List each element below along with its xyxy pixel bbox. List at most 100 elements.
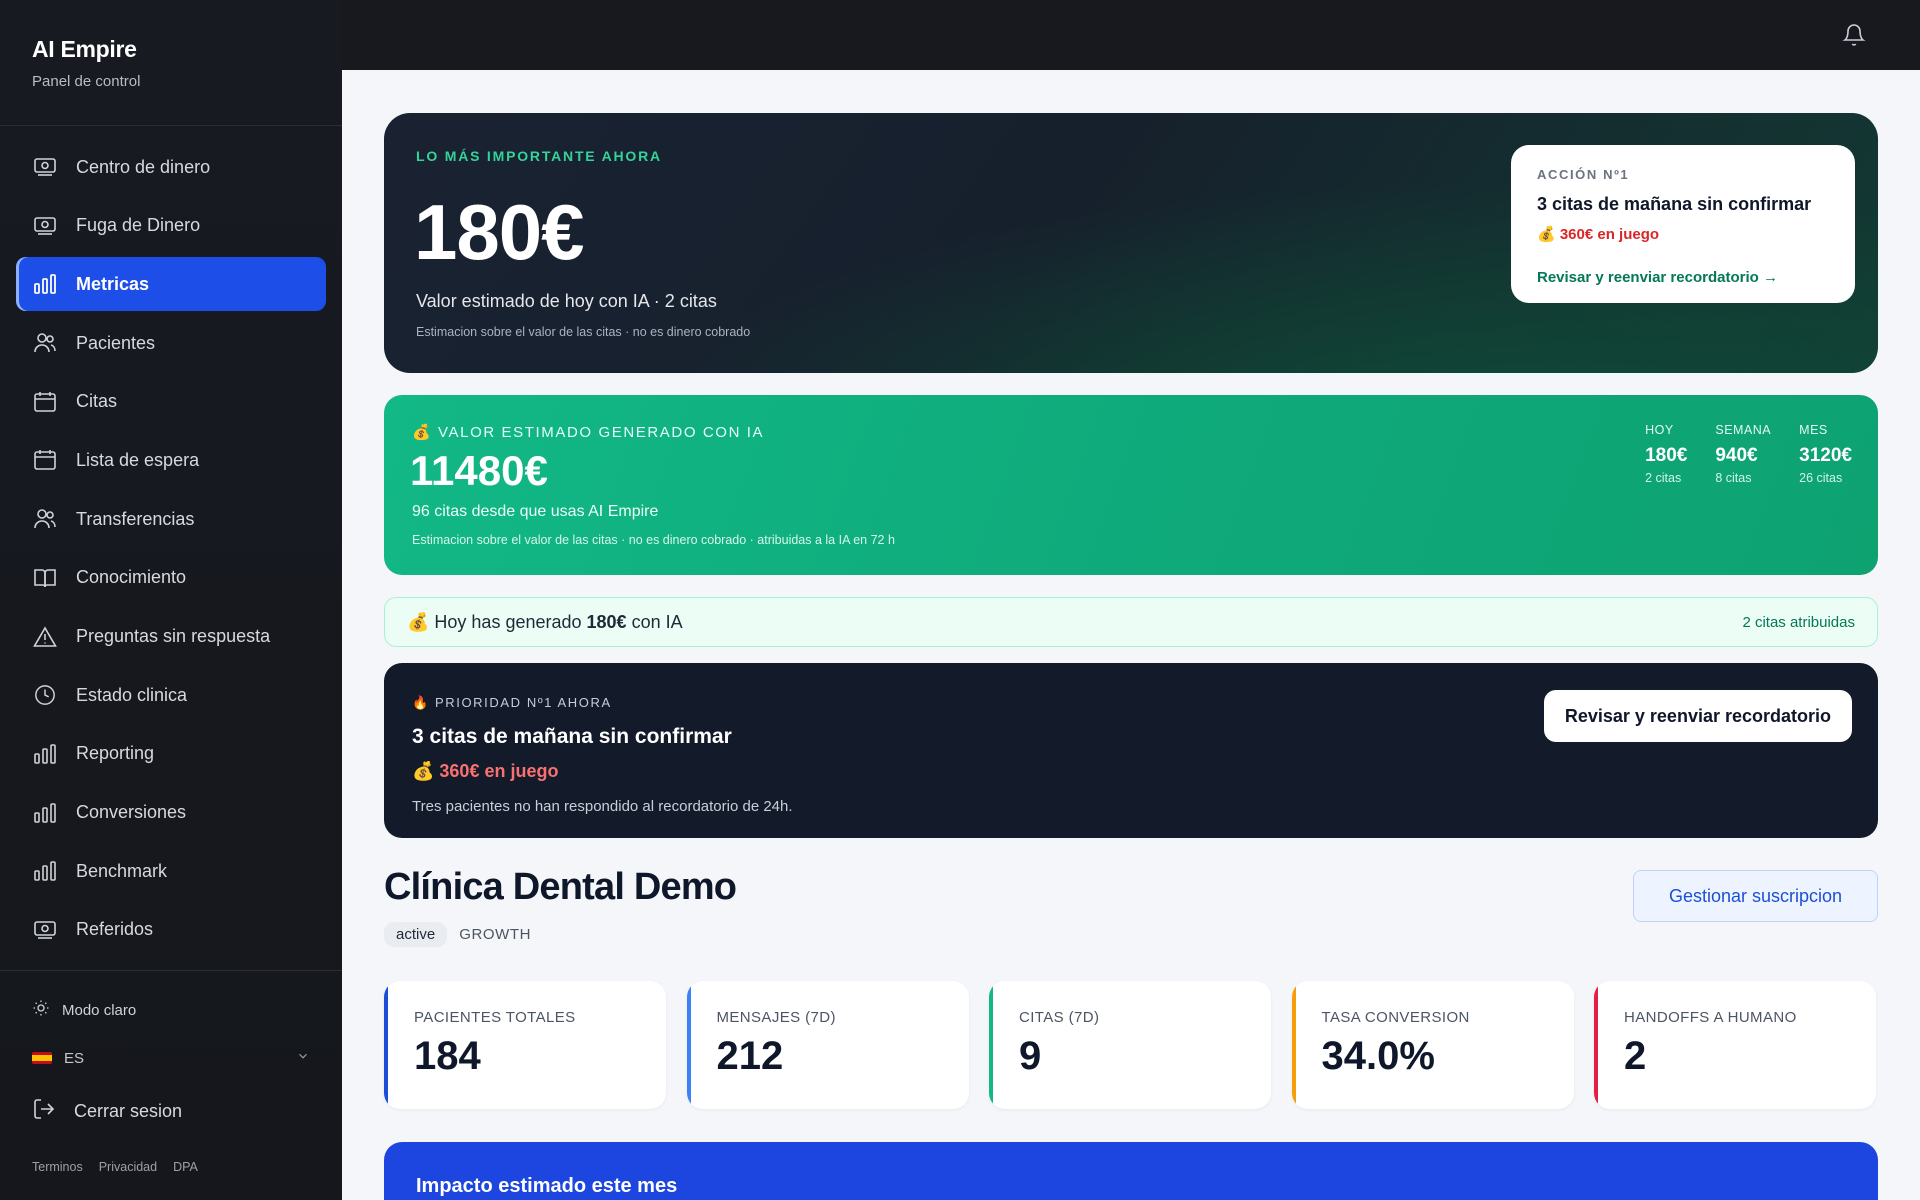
action-title: 3 citas de mañana sin confirmar [1537,194,1812,214]
stat-today: HOY 180€ 2 citas [1645,423,1687,485]
money-icon [32,213,58,239]
kpi-card-handoffs: HANDOFFS A HUMANO 2 [1594,981,1876,1109]
sidebar-item-label: Conocimiento [76,567,187,588]
calendar-icon [32,389,58,415]
today-prefix: 💰 Hoy has generado [407,611,582,632]
bell-icon[interactable] [1842,22,1866,53]
dpa-link[interactable]: DPA [173,1160,198,1174]
stat-week: SEMANA 940€ 8 citas [1715,423,1771,485]
sidebar-item-benchmark[interactable]: Benchmark [16,844,326,898]
sidebar-item-label: Centro de dinero [76,156,211,177]
bar-chart-icon [32,741,58,767]
hero-description: Valor estimado de hoy con IA · 2 citas [416,291,717,311]
sidebar-item-conversiones[interactable]: Conversiones [16,786,326,840]
calendar-icon [32,447,58,473]
generated-kicker: 💰 VALOR ESTIMADO GENERADO CON IA [412,424,765,441]
kpi-card-messages: MENSAJES (7D) 212 [686,981,969,1109]
legal-links: Terminos Privacidad DPA [32,1160,310,1174]
kpi-label: TASA CONVERSION [1321,1009,1470,1026]
sidebar-item-citas[interactable]: Citas [16,375,326,429]
sidebar-item-metricas[interactable]: Metricas [16,257,326,312]
kpi-card-conversion: TASA CONVERSION 34.0% [1291,981,1574,1109]
sidebar-item-centro-de-dinero[interactable]: Centro de dinero [16,140,326,194]
bar-chart-icon [32,800,58,826]
generated-value: 11480€ [410,447,548,494]
today-amount: 180€ [586,611,627,632]
users-icon [32,506,58,532]
action-stake: 💰 360€ en juego [1537,226,1660,243]
terms-link[interactable]: Terminos [32,1160,83,1174]
status-badge: active [384,922,448,947]
kpi-card-appointments: CITAS (7D) 9 [989,981,1271,1109]
sidebar-item-label: Lista de espera [76,449,200,470]
logout-icon [32,1097,56,1126]
priority-kicker: 🔥 PRIORIDAD Nº1 AHORA [412,695,612,710]
sidebar-item-label: Reporting [76,743,155,764]
stat-sub: 2 citas [1645,471,1682,485]
generated-value-card: 💰 VALOR ESTIMADO GENERADO CON IA 11480€ … [384,395,1878,575]
sidebar-item-referidos[interactable]: Referidos [16,903,326,957]
privacy-link[interactable]: Privacidad [99,1160,157,1174]
sidebar-item-label: Referidos [76,919,154,940]
stat-label: MES [1799,423,1828,437]
brand-title: AI Empire [32,36,137,62]
bar-chart-icon [32,271,58,297]
sidebar-item-label: Conversiones [76,802,187,823]
sidebar-item-transferencias[interactable]: Transferencias [16,492,326,546]
sidebar-item-preguntas-sin-respuesta[interactable]: Preguntas sin respuesta [16,610,326,664]
kpi-value: 34.0% [1321,1034,1435,1078]
sidebar-item-pacientes[interactable]: Pacientes [16,316,326,370]
sidebar-item-estado-clinica[interactable]: Estado clinica [16,668,326,722]
kpi-label: MENSAJES (7D) [716,1009,836,1026]
priority-stake: 💰 360€ en juego [412,761,559,781]
action-card: ACCIÓN Nº1 3 citas de mañana sin confirm… [1511,145,1855,303]
kpi-label: PACIENTES TOTALES [414,1009,576,1026]
sidebar-item-label: Pacientes [76,332,156,353]
sidebar-item-label: Preguntas sin respuesta [76,626,271,646]
theme-toggle-label: Modo claro [62,1001,137,1019]
brand-subtitle: Panel de control [32,73,141,90]
kpi-card-patients: PACIENTES TOTALES 184 [384,981,666,1109]
today-banner: 💰 Hoy has generado 180€ con IA 2 citas a… [384,597,1878,647]
priority-description: Tres pacientes no han respondido al reco… [412,798,793,815]
resend-reminder-button[interactable]: Revisar y reenviar recordatorio [1543,690,1852,742]
kpi-cards: PACIENTES TOTALES 184 MENSAJES (7D) 212 … [384,981,1876,1109]
resend-reminder-link[interactable]: Revisar y reenviar recordatorio → [1537,269,1829,286]
kpi-value: 212 [716,1034,784,1078]
impact-card: Impacto estimado este mes [384,1142,1878,1200]
manage-subscription-button[interactable]: Gestionar suscripcion [1633,870,1878,922]
sidebar-item-label: Estado clinica [76,684,188,705]
book-icon [32,565,58,591]
kpi-label: CITAS (7D) [1019,1009,1100,1026]
stat-value: 3120€ [1799,445,1852,466]
stat-month: MES 3120€ 26 citas [1799,423,1852,485]
sidebar-footer: Modo claro ES Cerrar sesion Terminos Pri… [0,970,342,1174]
priority-card: 🔥 PRIORIDAD Nº1 AHORA 3 citas de mañana … [384,663,1878,838]
brand: AI Empire Panel de control [0,0,342,126]
clock-icon [32,682,58,708]
sidebar-item-label: Benchmark [76,860,168,881]
sidebar-item-conocimiento[interactable]: Conocimiento [16,551,326,605]
sidebar-nav: Centro de dinero Fuga de Dinero Metricas… [0,126,342,957]
stat-value: 940€ [1715,445,1758,466]
language-value: ES [64,1049,85,1067]
generated-note: Estimacion sobre el valor de las citas ·… [412,533,895,547]
stat-label: HOY [1645,423,1674,437]
stat-sub: 8 citas [1715,471,1752,485]
sidebar-item-fuga-de-dinero[interactable]: Fuga de Dinero [16,199,326,253]
theme-toggle[interactable]: Modo claro [32,999,310,1021]
warning-icon [32,624,58,650]
sidebar-item-reporting[interactable]: Reporting [16,727,326,781]
sidebar-item-lista-de-espera[interactable]: Lista de espera [16,433,326,487]
logout-button[interactable]: Cerrar sesion [32,1097,310,1126]
clinic-tags: active GROWTH [384,922,531,947]
today-suffix: con IA [631,611,683,632]
language-select[interactable]: ES [32,1049,310,1067]
priority-title: 3 citas de mañana sin confirmar [412,725,732,748]
money-icon [32,154,58,180]
plan-badge: GROWTH [459,926,532,943]
stat-sub: 26 citas [1799,471,1843,485]
bar-chart-icon [32,858,58,884]
hero-note: Estimacion sobre el valor de las citas ·… [416,325,751,339]
sidebar-item-label: Transferencias [76,508,195,529]
